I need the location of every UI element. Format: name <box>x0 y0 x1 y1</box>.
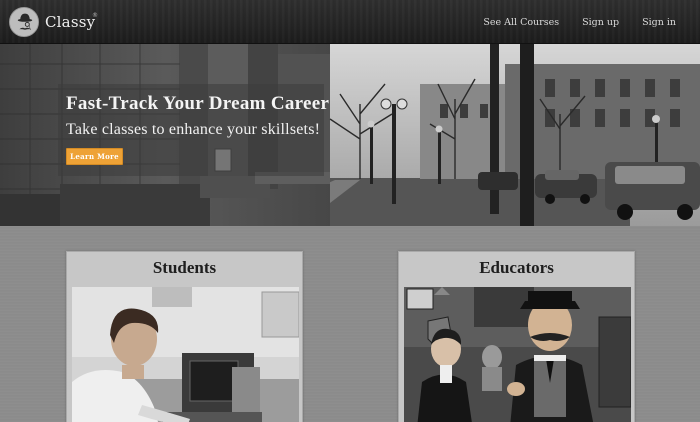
educators-card-title: Educators <box>479 258 554 277</box>
brand-home-link[interactable]: Classy <box>9 7 95 37</box>
students-card[interactable]: Students <box>66 251 303 422</box>
educator-in-gown-photo <box>404 287 631 422</box>
student-at-computer-photo <box>72 287 299 422</box>
learn-more-button[interactable]: Learn More <box>66 148 123 165</box>
students-card-title: Students <box>152 258 217 277</box>
hero-banner: Fast-Track Your Dream Career Take classe… <box>0 44 700 226</box>
top-navbar: Classy ® See All Courses Sign up Sign in <box>0 0 700 44</box>
hero-subtitle: Take classes to enhance your skillsets! <box>66 121 321 138</box>
nav-see-all-courses[interactable]: See All Courses <box>483 17 559 28</box>
content-area: Students Educators <box>0 226 700 422</box>
mustache-bowler-icon <box>9 7 39 37</box>
educators-card[interactable]: Educators <box>398 251 635 422</box>
main-nav: See All Courses Sign up Sign in <box>483 0 700 44</box>
brand-name: Classy <box>45 13 96 31</box>
registered-mark: ® <box>92 12 98 19</box>
nav-sign-up[interactable]: Sign up <box>582 17 619 28</box>
nav-sign-in[interactable]: Sign in <box>642 17 676 28</box>
hero-title: Fast-Track Your Dream Career <box>66 93 330 114</box>
